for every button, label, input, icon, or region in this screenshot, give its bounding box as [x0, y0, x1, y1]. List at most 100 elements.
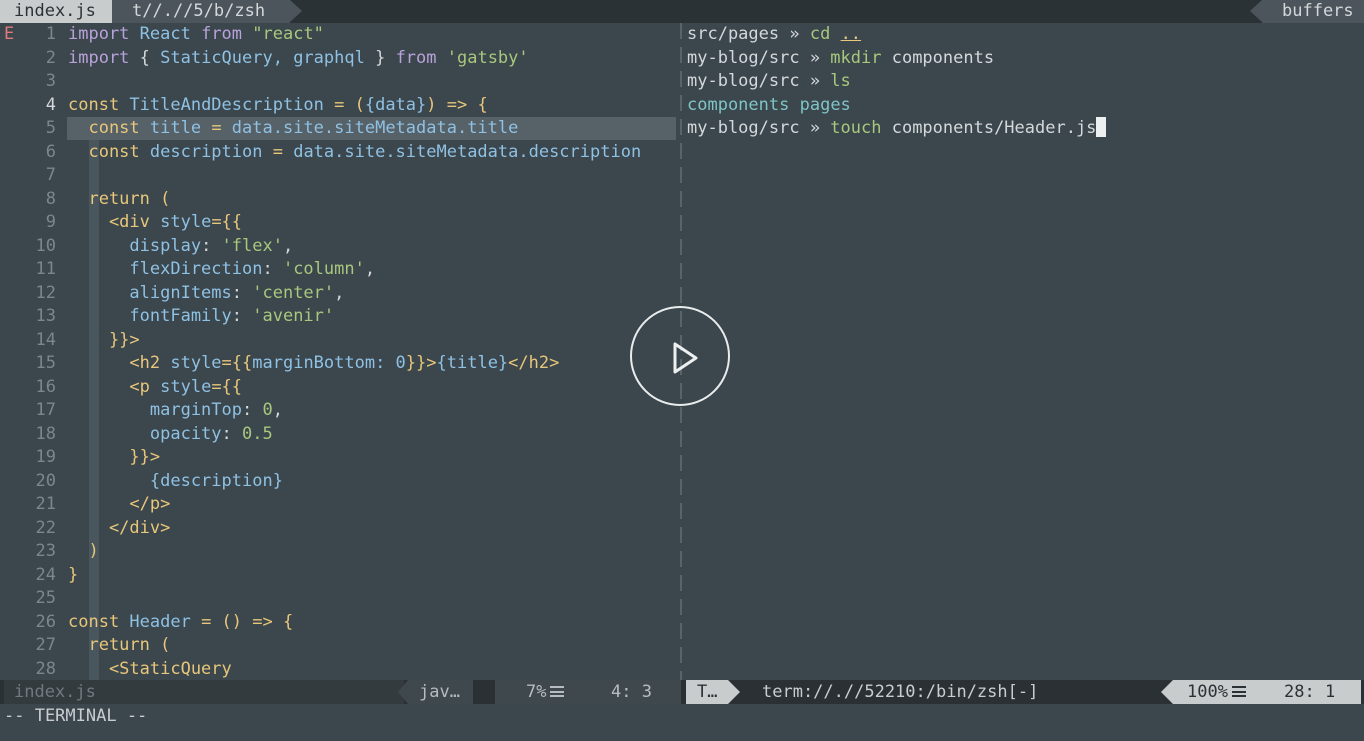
line-number: 14 — [35, 329, 56, 350]
code-line[interactable]: 28 <StaticQuery — [0, 658, 680, 682]
code-text: const description = data.site.siteMetada… — [68, 141, 641, 165]
code-line[interactable]: 9 <div style={{ — [0, 211, 680, 235]
code-token: import — [68, 24, 130, 44]
code-token: Header — [119, 611, 202, 632]
code-line[interactable]: 23 ) — [0, 540, 680, 564]
code-text: flexDirection: 'column', — [68, 258, 375, 282]
code-line[interactable]: 12 alignItems: 'center', — [0, 282, 680, 306]
code-line[interactable]: 20 {description} — [0, 470, 680, 494]
code-text: import { StaticQuery, graphql } from 'ga… — [68, 47, 529, 71]
line-number: 26 — [35, 611, 56, 632]
code-text: }}> — [68, 329, 140, 353]
terminal-token: my-blog/src » — [687, 47, 831, 68]
terminal-token: mkdir — [830, 47, 882, 68]
code-token: } — [364, 47, 396, 68]
code-token: <StaticQuery — [68, 658, 232, 679]
code-text: return ( — [68, 634, 170, 658]
statusline: index.js jav… 7% 4: 3 T… term://.//52210… — [0, 680, 1364, 704]
command-line[interactable]: -- TERMINAL -- — [4, 705, 147, 728]
status-line-col-right: 28: 1 — [1284, 682, 1336, 702]
code-token: {description} — [68, 470, 283, 491]
line-number: 15 — [35, 353, 56, 373]
code-line[interactable]: 25 — [0, 587, 680, 611]
code-token: {data} — [364, 94, 427, 115]
code-token: ={{ — [211, 376, 243, 397]
terminal-token: components — [687, 94, 790, 115]
tab-index-js[interactable]: index.js — [0, 0, 124, 23]
code-token: style — [170, 353, 222, 373]
terminal-token: my-blog/src » — [687, 118, 831, 138]
code-line[interactable]: 8 return ( — [0, 188, 680, 212]
code-line[interactable]: 11 flexDirection: 'column', — [0, 258, 680, 282]
code-text: </p> — [68, 493, 170, 517]
terminal-line: components pages — [687, 94, 851, 118]
code-line[interactable]: 21 </p> — [0, 493, 680, 517]
status-position-left: 7% 4: 3 — [495, 680, 681, 704]
terminal-token: components/Header.js — [881, 118, 1097, 138]
code-line[interactable]: 26 const Header = () => { — [0, 611, 680, 635]
line-number: 9 — [45, 212, 56, 232]
code-token: const — [68, 141, 140, 162]
terminal-token: my-blog/src » — [687, 71, 831, 91]
status-position-right: 100% 28: 1 — [1161, 680, 1361, 704]
code-text: <h2 style={{marginBottom: 0}}>{title}</h… — [68, 352, 559, 376]
code-line[interactable]: 19 }}> — [0, 446, 680, 470]
code-token: style — [160, 376, 212, 397]
code-token: }}> — [68, 329, 140, 350]
code-token: 'avenir' — [252, 306, 335, 326]
code-line[interactable]: 22 </div> — [0, 517, 680, 541]
line-number: 12 — [35, 282, 56, 303]
code-line[interactable]: 18 opacity: 0.5 — [0, 423, 680, 447]
code-line[interactable]: 3 — [0, 70, 680, 94]
code-line[interactable]: 24} — [0, 564, 680, 588]
code-text: return ( — [68, 188, 170, 212]
code-token: marginTop — [68, 400, 242, 420]
code-line[interactable]: 2 import { StaticQuery, graphql } from 'g… — [0, 47, 680, 71]
tab-terminal-zsh[interactable]: t//.//5/b/zsh — [112, 0, 302, 23]
code-token: "react" — [242, 24, 324, 44]
code-line[interactable]: 27 return ( — [0, 634, 680, 658]
buffers-label[interactable]: buffers — [1250, 0, 1364, 23]
code-token: {title} — [436, 353, 509, 373]
play-button[interactable] — [630, 306, 730, 406]
line-number: 28 — [35, 658, 56, 679]
code-line[interactable]: 13 fontFamily: 'avenir' — [0, 305, 680, 329]
terminal-line: my-blog/src » ls — [687, 70, 851, 94]
code-text: const TitleAndDescription = ({data}) => … — [68, 94, 488, 118]
line-number: 17 — [35, 400, 56, 420]
code-line[interactable]: 6 const description = data.site.siteMeta… — [0, 141, 680, 165]
terminal-token: touch — [830, 118, 882, 138]
code-token: , — [334, 282, 345, 303]
code-text: display: 'flex', — [68, 235, 293, 259]
code-line[interactable]: 15 <h2 style={{marginBottom: 0}}>{title}… — [0, 352, 680, 376]
code-token: const — [68, 94, 120, 115]
line-number: 18 — [35, 423, 56, 444]
code-line[interactable]: 17 marginTop: 0, — [0, 399, 680, 423]
code-line[interactable]: 14 }}> — [0, 329, 680, 353]
code-line[interactable]: E 1 import React from "react" — [0, 23, 680, 47]
code-token: , — [272, 400, 283, 420]
code-token: }}> — [405, 353, 437, 373]
code-editor-pane[interactable]: E 1 import React from "react" 2 import { Sta… — [0, 23, 680, 703]
code-token: 'center' — [252, 282, 335, 303]
terminal-pane[interactable]: src/pages » cd .. my-blog/src » mkdir com… — [687, 23, 1357, 680]
code-text: const Header = () => { — [68, 611, 293, 635]
code-token: data.site.siteMetadata.title — [231, 118, 519, 138]
code-token: from — [201, 24, 243, 44]
code-token: 0.5 — [242, 423, 273, 444]
code-line[interactable]: 16 <p style={{ — [0, 376, 680, 400]
code-line[interactable]: 4 const TitleAndDescription = ({data}) =>… — [0, 94, 680, 118]
code-token: data.site.siteMetadata.description — [293, 141, 642, 162]
code-token: : — [201, 235, 222, 256]
code-line[interactable]: 5 const title = data.site.siteMetadata.t… — [0, 117, 680, 141]
line-number: 24 — [35, 564, 56, 585]
status-mode: T… — [686, 680, 740, 704]
code-token: style — [160, 212, 212, 232]
line-number: 13 — [35, 306, 56, 326]
code-token: } — [68, 564, 79, 585]
code-token: : — [262, 259, 283, 279]
code-line[interactable]: 7 — [0, 164, 680, 188]
code-line[interactable]: 10 display: 'flex', — [0, 235, 680, 259]
